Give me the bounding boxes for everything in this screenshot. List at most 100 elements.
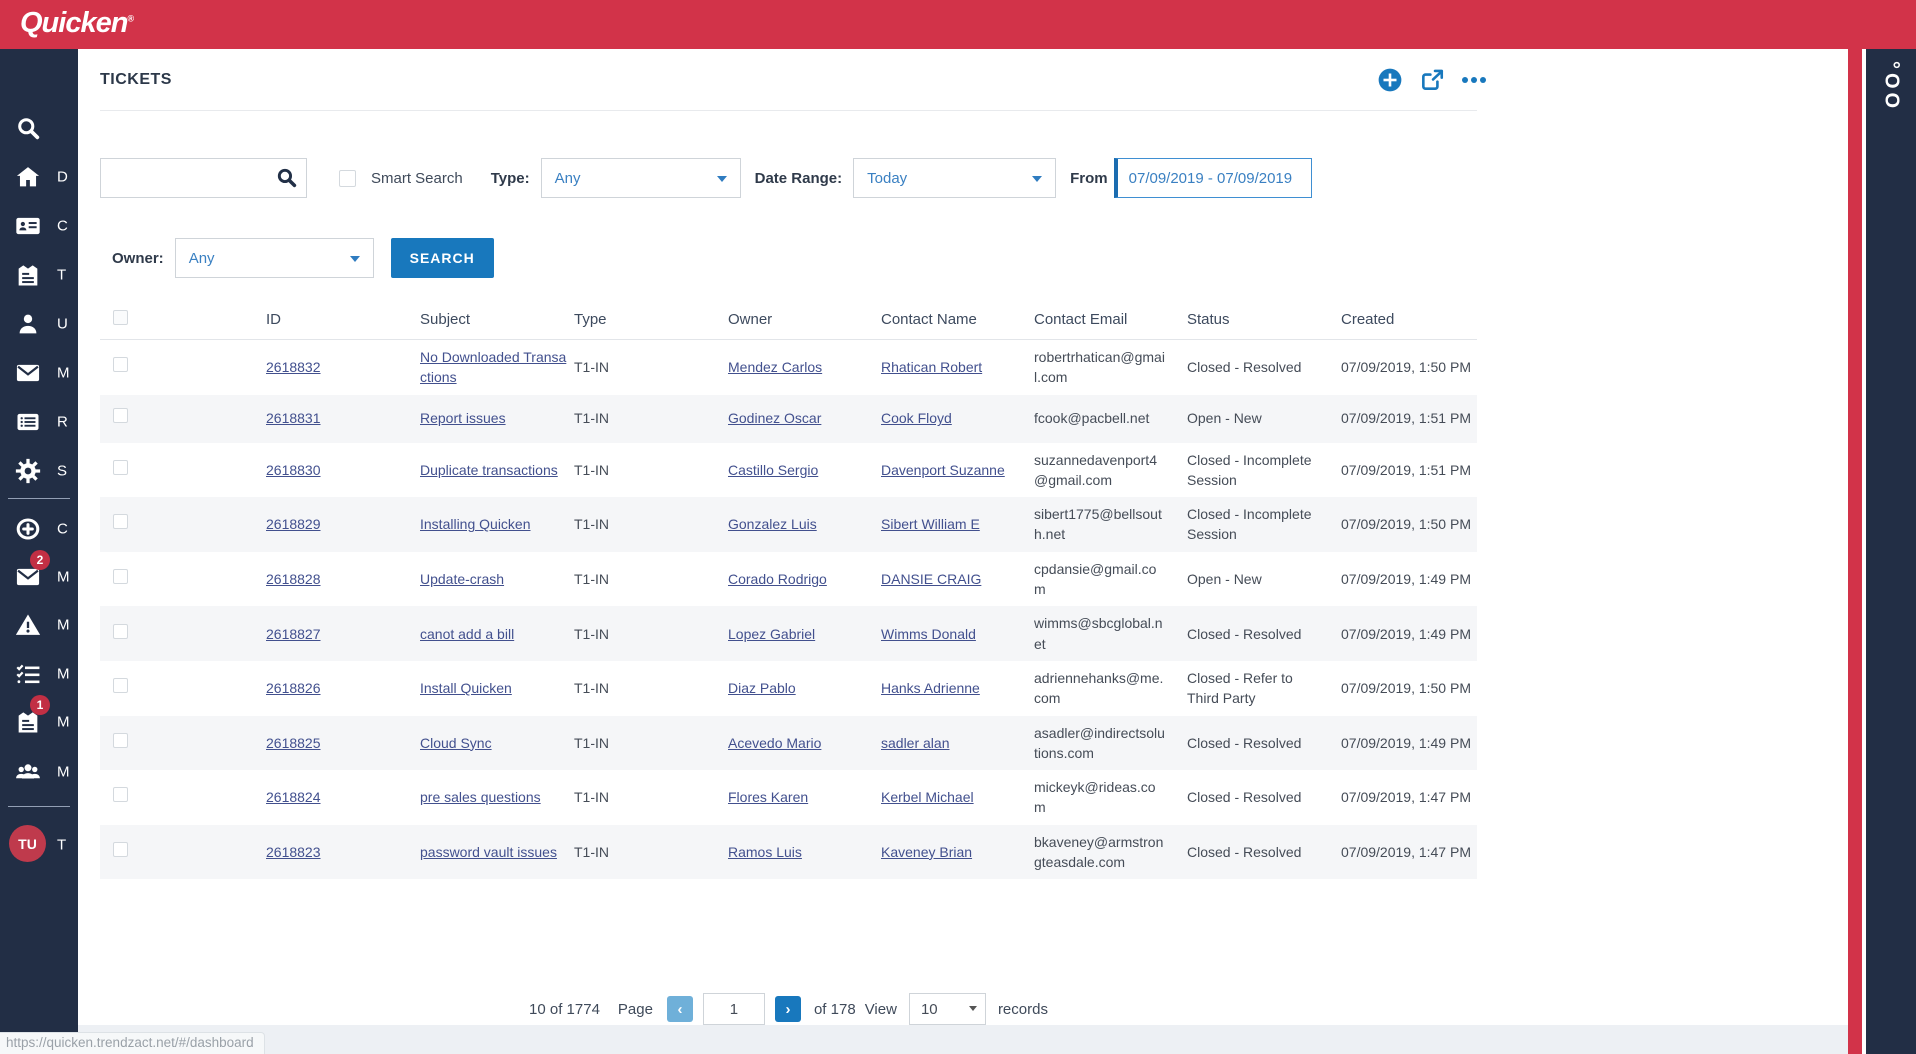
owner-select[interactable]: Any	[174, 238, 374, 278]
page-number-input[interactable]	[702, 993, 765, 1025]
previous-page-button[interactable]: ‹	[666, 996, 693, 1022]
contact-card-icon	[13, 211, 43, 241]
ticket-subject-link[interactable]: pre sales questions	[420, 789, 541, 805]
ticket-id-link[interactable]: 2618828	[266, 571, 321, 587]
more-options-button[interactable]	[1460, 66, 1487, 93]
ticket-subject-link[interactable]: canot add a bill	[420, 626, 514, 642]
contact-name-link[interactable]: Hanks Adrienne	[881, 680, 980, 696]
header-type[interactable]: Type	[574, 311, 728, 328]
add-ticket-button[interactable]	[1376, 66, 1403, 93]
ticket-owner-link[interactable]: Castillo Sergio	[728, 462, 818, 478]
sidebar-item-label: M	[57, 763, 70, 780]
header-created[interactable]: Created	[1341, 311, 1477, 328]
ticket-owner-link[interactable]: Gonzalez Luis	[728, 516, 817, 532]
ticket-subject-link[interactable]: Cloud Sync	[420, 735, 492, 751]
sidebar-item-tasks[interactable]: M	[0, 649, 78, 698]
header-id[interactable]: ID	[266, 311, 420, 328]
sidebar-item-profile[interactable]: TU T	[0, 825, 78, 865]
row-checkbox[interactable]	[113, 732, 128, 748]
sidebar-divider	[8, 806, 70, 807]
ticket-subject-link[interactable]: Update-crash	[420, 571, 504, 587]
sidebar-item-my-tickets[interactable]: 1 M	[0, 695, 78, 746]
contact-name-link[interactable]: Davenport Suzanne	[881, 462, 1005, 478]
ticket-owner-link[interactable]: Flores Karen	[728, 789, 808, 805]
ticket-owner-link[interactable]: Ramos Luis	[728, 844, 802, 860]
header-subject[interactable]: Subject	[420, 311, 574, 328]
contact-name-link[interactable]: sadler alan	[881, 735, 950, 751]
ticket-id-link[interactable]: 2618827	[266, 626, 321, 642]
sidebar-item-tickets[interactable]: T	[0, 250, 78, 299]
contact-name-link[interactable]: Kerbel Michael	[881, 789, 974, 805]
ticket-subject-link[interactable]: Install Quicken	[420, 680, 512, 696]
records-per-page-select[interactable]: 10	[908, 993, 986, 1025]
contact-name-link[interactable]: DANSIE CRAIG	[881, 571, 981, 587]
sidebar-item-alerts[interactable]: M	[0, 600, 78, 649]
ticket-id-link[interactable]: 2618826	[266, 680, 321, 696]
ticket-subject-link[interactable]: password vault issues	[420, 844, 557, 860]
ticket-owner-link[interactable]: Godinez Oscar	[728, 410, 821, 426]
contact-name-link[interactable]: Wimms Donald	[881, 626, 976, 642]
ticket-owner-link[interactable]: Lopez Gabriel	[728, 626, 815, 642]
contact-name-link[interactable]: Sibert William E	[881, 516, 980, 532]
right-collapsed-panel[interactable]: °OO	[1866, 49, 1916, 1054]
ticket-id-link[interactable]: 2618824	[266, 789, 321, 805]
row-checkbox[interactable]	[113, 787, 128, 803]
ticket-owner-link[interactable]: Acevedo Mario	[728, 735, 821, 751]
ticket-subject-link[interactable]: Installing Quicken	[420, 516, 531, 532]
mail-icon	[13, 358, 43, 388]
header-contact-email[interactable]: Contact Email	[1034, 311, 1187, 328]
date-range-input[interactable]: 07/09/2019 - 07/09/2019	[1113, 158, 1312, 198]
sidebar-item-messages[interactable]: 2 M	[0, 550, 78, 601]
ticket-subject-link[interactable]: Duplicate transactions	[420, 462, 558, 478]
row-checkbox[interactable]	[113, 568, 128, 584]
right-accent-stripe	[1848, 49, 1862, 1054]
sidebar-item-reports[interactable]: R	[0, 397, 78, 446]
ticket-subject-link[interactable]: Report issues	[420, 410, 506, 426]
sidebar-item-label: M	[57, 364, 70, 381]
sidebar-item-search[interactable]	[0, 103, 78, 152]
ticket-subject-link[interactable]: No Downloaded Transactions	[420, 349, 566, 385]
ticket-id-link[interactable]: 2618830	[266, 462, 321, 478]
ticket-id-link[interactable]: 2618832	[266, 359, 321, 375]
header-contact-name[interactable]: Contact Name	[881, 311, 1034, 328]
table-row: 2618826 Install Quicken T1-IN Diaz Pablo…	[100, 661, 1477, 716]
date-range-select[interactable]: Today	[853, 158, 1057, 198]
header-owner[interactable]: Owner	[728, 311, 881, 328]
header-status[interactable]: Status	[1187, 311, 1341, 328]
type-select[interactable]: Any	[540, 158, 741, 198]
ticket-owner-link[interactable]: Corado Rodrigo	[728, 571, 827, 587]
next-page-button[interactable]: ›	[774, 996, 801, 1022]
row-checkbox[interactable]	[113, 841, 128, 857]
vertical-tab-label[interactable]: °OO	[1880, 61, 1903, 1054]
search-button[interactable]: SEARCH	[390, 238, 494, 278]
contact-name-link[interactable]: Rhatican Robert	[881, 359, 982, 375]
sidebar-item-users[interactable]: U	[0, 299, 78, 348]
contact-name-link[interactable]: Kaveney Brian	[881, 844, 972, 860]
ticket-owner-link[interactable]: Diaz Pablo	[728, 680, 796, 696]
row-checkbox[interactable]	[113, 459, 128, 475]
ticket-owner-link[interactable]: Mendez Carlos	[728, 359, 822, 375]
sidebar-item-create[interactable]: C	[0, 504, 78, 553]
ticket-id-link[interactable]: 2618825	[266, 735, 321, 751]
row-checkbox[interactable]	[113, 514, 128, 530]
row-checkbox[interactable]	[113, 678, 128, 694]
sidebar-item-contacts[interactable]: C	[0, 201, 78, 250]
user-avatar[interactable]: TU	[9, 825, 46, 862]
contact-name-link[interactable]: Cook Floyd	[881, 410, 952, 426]
smart-search-checkbox[interactable]	[339, 169, 356, 187]
select-all-checkbox[interactable]	[113, 310, 128, 325]
sidebar-item-dashboard[interactable]: D	[0, 152, 78, 201]
ticket-id-link[interactable]: 2618831	[266, 410, 321, 426]
export-share-button[interactable]	[1418, 66, 1445, 93]
sidebar-item-settings[interactable]: S	[0, 446, 78, 495]
ticket-id-link[interactable]: 2618829	[266, 516, 321, 532]
page-header: TICKETS	[100, 49, 1486, 111]
search-icon[interactable]	[274, 165, 299, 195]
row-checkbox[interactable]	[113, 623, 128, 639]
row-checkbox[interactable]	[113, 357, 128, 373]
row-checkbox[interactable]	[113, 408, 128, 424]
sidebar-item-mail[interactable]: M	[0, 348, 78, 397]
sidebar-item-teams[interactable]: M	[0, 747, 78, 796]
ticket-id-link[interactable]: 2618823	[266, 844, 321, 860]
user-icon	[13, 309, 43, 339]
